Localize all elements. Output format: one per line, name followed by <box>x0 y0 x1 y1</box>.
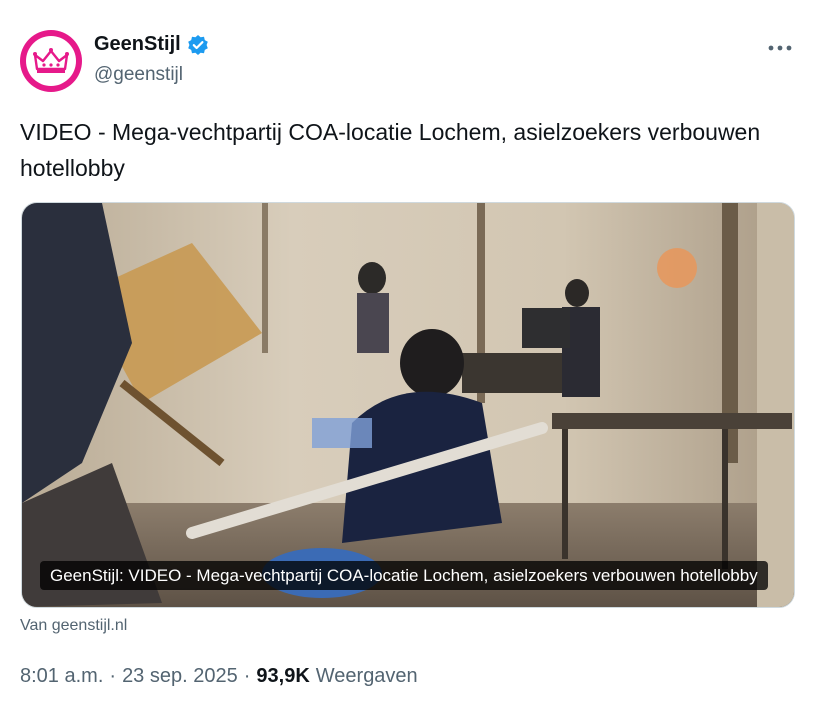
link-card[interactable]: GeenStijl: VIDEO - Mega-vechtpartij COA-… <box>21 202 795 608</box>
more-horizontal-icon <box>768 45 792 51</box>
verified-badge-icon <box>187 34 208 55</box>
display-name[interactable]: GeenStijl <box>94 33 181 56</box>
card-source-link[interactable]: Van geenstijl.nl <box>20 617 127 635</box>
views-count: 93,9K <box>256 665 310 687</box>
meta-separator: · <box>109 665 117 687</box>
tweet-text: VIDEO - Mega-vechtpartij COA-locatie Loc… <box>20 119 761 181</box>
tweet-meta: 8:01 a.m. · 23 sep. 2025 · 93,9K Weergav… <box>20 665 418 688</box>
card-image <box>22 203 794 607</box>
tweet-date[interactable]: 23 sep. 2025 <box>122 665 238 688</box>
crown-icon <box>33 48 69 73</box>
views-label: Weergaven <box>315 665 418 687</box>
tweet-time[interactable]: 8:01 a.m. <box>20 665 103 688</box>
avatar-inner <box>26 36 76 86</box>
avatar[interactable] <box>20 30 82 92</box>
handle[interactable]: @geenstijl <box>94 64 183 86</box>
meta-separator: · <box>243 665 251 687</box>
card-title: GeenStijl: VIDEO - Mega-vechtpartij COA-… <box>40 561 768 590</box>
author-name-row: GeenStijl <box>94 33 209 56</box>
more-options-button[interactable] <box>767 34 793 56</box>
